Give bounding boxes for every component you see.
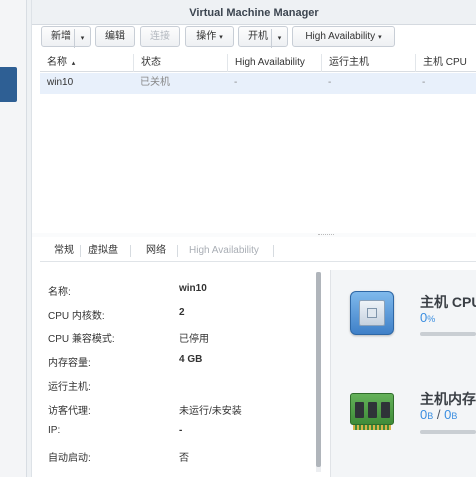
cpu-chip-graphic [359, 300, 385, 326]
panel-resize-handle[interactable] [32, 233, 476, 237]
cpu-core-graphic [367, 308, 377, 318]
detail-value: 否 [179, 453, 189, 464]
sidebar-divider [27, 0, 32, 477]
detail-label: CPU 兼容模式: [48, 334, 115, 345]
connect-button[interactable]: 连接 [140, 26, 180, 47]
app-sidebar [0, 0, 27, 477]
host-memory-separator: / [436, 407, 441, 422]
detail-label: CPU 内核数: [48, 311, 105, 322]
tab-divider [273, 245, 274, 257]
host-cpu-usage-bar [420, 332, 476, 336]
detail-value: 4 GB [179, 354, 203, 365]
window-title: Virtual Machine Manager [32, 0, 476, 25]
detail-row-cpu-compat: CPU 兼容模式: 已停用 [40, 327, 310, 345]
high-availability-button-label: High Availability [305, 31, 376, 42]
memory-icon [350, 389, 394, 433]
column-header-name[interactable]: 名称 ▴ [40, 54, 133, 72]
tab-general[interactable]: 常规 [48, 240, 80, 262]
detail-label: 内存容量: [48, 358, 91, 369]
detail-value: 未运行/未安装 [179, 406, 242, 417]
detail-value: win10 [179, 283, 207, 294]
host-cpu-title: 主机 CPU [420, 294, 476, 310]
detail-label: IP: [48, 425, 61, 436]
tab-virtual-disk[interactable]: 虚拟盘 [82, 240, 124, 262]
detail-row-host: 运行主机: [40, 375, 310, 393]
memory-pins-graphic [353, 425, 391, 430]
detail-label: 名称: [48, 287, 71, 298]
sidebar-active-item[interactable] [0, 67, 17, 102]
detail-tabs: 常规 虚拟盘 网络 High Availability [40, 240, 476, 262]
power-on-dropdown-arrow-icon[interactable]: ▾ [271, 29, 287, 48]
detail-row-autostart: 自动启动: 否 [40, 446, 310, 464]
cell-high-availability: - [234, 77, 238, 88]
table-row[interactable]: win10 已关机 - - - [40, 73, 476, 94]
column-header-host[interactable]: 运行主机 [321, 54, 415, 72]
host-memory-used-unit: B [427, 411, 434, 421]
host-cpu-unit: % [427, 314, 436, 324]
tab-network[interactable]: 网络 [140, 240, 172, 262]
chevron-down-icon: ▾ [378, 34, 382, 41]
scrollbar-thumb[interactable] [316, 272, 321, 467]
detail-row-ip: IP: - [40, 422, 310, 440]
memory-chip-graphic [368, 402, 377, 418]
details-scrollbar[interactable] [316, 272, 321, 472]
tab-divider [80, 245, 81, 257]
memory-board-graphic [350, 393, 394, 425]
host-cpu-value: 0% [420, 310, 435, 325]
column-header-host-cpu[interactable]: 主机 CPU [415, 54, 476, 72]
tab-divider [177, 245, 178, 257]
high-availability-button[interactable]: High Availability ▾ [292, 26, 395, 47]
resize-grip-icon [318, 234, 334, 236]
cpu-icon [350, 291, 394, 335]
power-on-button[interactable]: 开机 ▾ [238, 26, 288, 48]
cell-status: 已关机 [140, 77, 170, 88]
detail-row-memory: 内存容量: 4 GB [40, 351, 310, 369]
detail-value: 2 [179, 307, 185, 318]
edit-button[interactable]: 编辑 [95, 26, 135, 47]
tab-divider [130, 245, 131, 257]
detail-label: 访客代理: [48, 406, 91, 417]
create-button-label: 新增 [51, 31, 71, 42]
column-header-status[interactable]: 状态 [133, 54, 227, 72]
chevron-down-icon: ▾ [219, 34, 223, 41]
general-details: 名称: win10 CPU 内核数: 2 CPU 兼容模式: 已停用 内存容量:… [40, 272, 320, 477]
create-dropdown-arrow-icon[interactable]: ▾ [74, 29, 90, 48]
action-button[interactable]: 操作 ▾ [185, 26, 234, 47]
power-on-button-label: 开机 [248, 31, 268, 42]
detail-value: - [179, 425, 183, 436]
vm-table-header: 名称 ▴ 状态 High Availability 运行主机 主机 CPU [40, 54, 476, 72]
host-memory-value: 0B / 0B [420, 407, 457, 422]
detail-value: 已停用 [179, 334, 209, 345]
detail-row-guest-agent: 访客代理: 未运行/未安装 [40, 399, 310, 417]
column-header-high-availability[interactable]: High Availability [227, 54, 321, 72]
action-button-label: 操作 [196, 31, 217, 42]
create-button[interactable]: 新增 ▾ [41, 26, 91, 48]
detail-row-name: 名称: win10 [40, 280, 310, 298]
detail-label: 自动启动: [48, 453, 91, 464]
host-memory-usage-bar [420, 430, 476, 434]
cell-host-cpu: - [422, 77, 426, 88]
detail-label: 运行主机: [48, 382, 91, 393]
memory-chip-graphic [355, 402, 364, 418]
toolbar: 新增 ▾ 编辑 连接 操作 ▾ 开机 ▾ High Availability ▾ [32, 25, 476, 51]
cell-host: - [328, 77, 332, 88]
sort-ascending-icon: ▴ [71, 60, 76, 67]
cell-name: win10 [47, 77, 74, 88]
host-memory-total-unit: B [451, 411, 458, 421]
column-header-name-label: 名称 [47, 57, 67, 68]
tab-high-availability[interactable]: High Availability [183, 240, 265, 262]
host-memory-title: 主机内存 [420, 391, 476, 407]
detail-row-cpu-cores: CPU 内核数: 2 [40, 304, 310, 322]
memory-chip-graphic [381, 402, 390, 418]
